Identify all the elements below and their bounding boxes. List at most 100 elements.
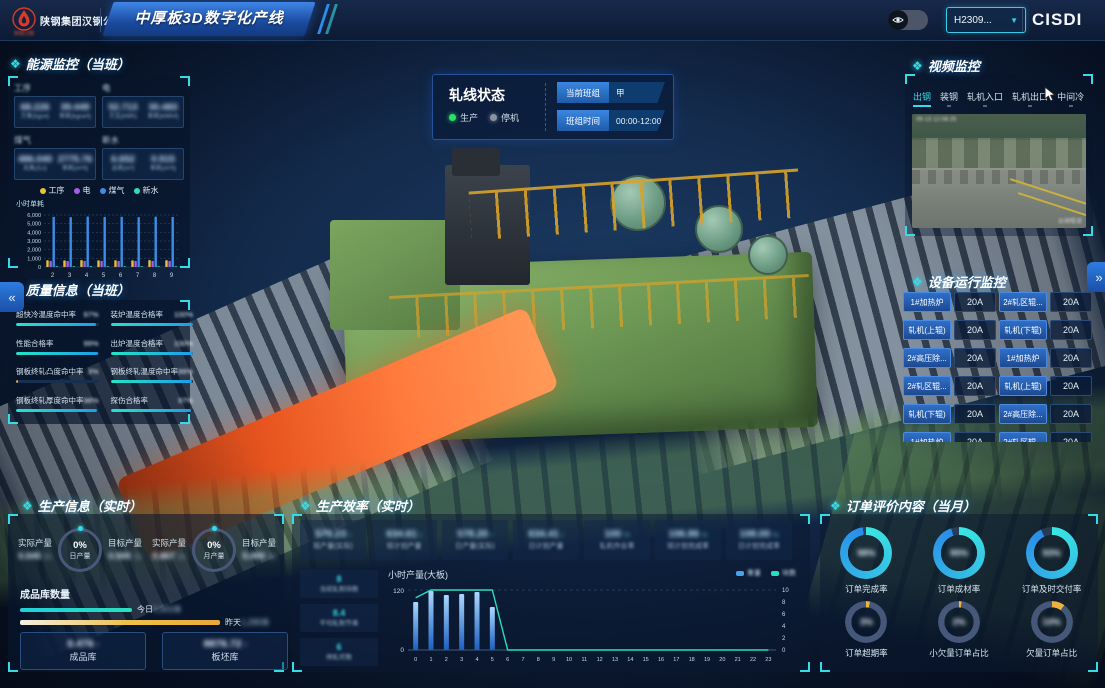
stock-bar-today-fill <box>20 608 132 612</box>
quality-item-label: 钢板终轧厚度命中率 <box>16 395 84 406</box>
order-kpi: 3% 订单超期率 <box>820 601 913 659</box>
equipment-name-button[interactable]: 2#高压除... <box>999 404 1047 424</box>
video-tabs: 出钢 装钢 轧机入口 轧机出口 中间冷 电动辊道 <box>913 90 1091 107</box>
equipment-name-button[interactable]: 1#加热炉 <box>999 348 1047 368</box>
svg-text:11: 11 <box>581 657 587 663</box>
page-title: 中厚板3D数字化产线 <box>108 2 310 36</box>
shift-ribbon: 班组时间 00:00-12:00 <box>557 110 665 131</box>
quality-item-label: 装炉温度合格率 <box>111 309 164 320</box>
legend-item: 重量 <box>736 568 761 578</box>
equipment-current-value: 20A <box>954 348 996 368</box>
equipment-name-button[interactable]: 1#加热炉 <box>903 432 951 442</box>
efficiency-side-stat: 6 待轧坯数 <box>300 638 378 666</box>
equipment-name-button[interactable]: 2#轧区辊... <box>999 292 1047 312</box>
svg-text:0: 0 <box>400 647 404 654</box>
equipment-name-button[interactable]: 轧机(上辊) <box>999 376 1047 396</box>
equipment-name-button[interactable]: 2#轧区辊... <box>999 432 1047 442</box>
equipment-current-value: 20A <box>1050 404 1092 424</box>
equipment-name-button[interactable]: 轧机(下辊) <box>903 404 951 424</box>
quality-progress-fill <box>111 352 194 355</box>
day-target-unit: 万t <box>133 554 141 561</box>
month-actual-unit: 万t <box>177 554 185 561</box>
equipment-name-button[interactable]: 2#高压除... <box>903 348 951 368</box>
efficiency-card-unit: t <box>349 532 351 539</box>
svg-text:2: 2 <box>782 636 786 642</box>
side-stat-value: 6 <box>336 642 341 654</box>
orders-panel-title: ❖ 订单评价内容（当月） <box>830 496 976 515</box>
energy-metric-value: 30.483 <box>143 103 183 113</box>
order-kpi-value: 93% <box>1026 527 1078 579</box>
energy-metric-unit: 总耗(m³) <box>103 166 143 173</box>
efficiency-side-stats: 8 当班轧制块数 8.4 平均轧制节奏 6 待轧坯数 <box>300 570 378 666</box>
equipment-name-button[interactable]: 1#加热炉 <box>903 292 951 312</box>
line-status-panel: 轧线状态 生产 停机 当前班组 甲 <box>432 74 674 140</box>
cctv-camera-label: 出钢辊道 <box>1058 216 1082 225</box>
svg-text:9: 9 <box>552 657 555 663</box>
svg-text:6: 6 <box>119 273 123 279</box>
energy-metric-value: 52.713 <box>103 103 143 113</box>
efficiency-card-label: 日产量(实际) <box>455 542 495 552</box>
legend-item: 电 <box>74 185 91 196</box>
svg-text:2: 2 <box>445 657 448 663</box>
quality-item-value: 97% <box>178 396 193 405</box>
order-kpi-ring: 2% <box>938 601 980 643</box>
quality-item-label: 钢板终轧凸度命中率 <box>16 366 84 377</box>
legend-swatch <box>771 571 779 576</box>
video-tab[interactable]: 中间冷 <box>1057 90 1084 107</box>
legend-label: 煤气 <box>109 185 125 196</box>
diamond-icon: ❖ <box>830 499 841 513</box>
energy-group-box: 68.226 万焦(kgce) 39.449 单耗(kgce/t) <box>14 96 96 128</box>
equipment-current-value: 20A <box>954 432 996 442</box>
svg-text:15: 15 <box>643 657 649 663</box>
quality-progress-fill <box>16 409 97 412</box>
order-kpi-label: 订单完成率 <box>845 583 888 595</box>
visibility-toggle[interactable] <box>888 10 928 30</box>
quality-progress-track <box>16 352 99 355</box>
video-tab[interactable]: 轧机入口 <box>967 90 1003 107</box>
energy-group-box: 52.713 万瓦(kWh) 30.483 单耗(kWh/t) <box>102 96 184 128</box>
svg-text:21: 21 <box>735 657 741 663</box>
svg-text:7: 7 <box>136 273 140 279</box>
production-panel: 实际产量 0.045 万t 0% 日产量 目标产量 0.500 万t 实际产量 … <box>8 514 284 672</box>
energy-metric: 2775.76 单耗(m³/t) <box>55 155 95 172</box>
svg-text:5,000: 5,000 <box>27 222 41 228</box>
energy-group-name: 煤气 <box>14 134 96 146</box>
order-kpi-label: 订单超期率 <box>845 647 888 659</box>
orders-panel-title-text: 订单评价内容（当月） <box>846 496 976 515</box>
svg-text:0: 0 <box>782 648 786 654</box>
day-actual-unit: 万t <box>43 554 51 561</box>
legend-item: 块数 <box>771 568 796 578</box>
cctv-roller-row <box>912 170 1086 184</box>
slab-store-unit: t <box>244 642 246 649</box>
quality-progress-track <box>111 409 194 412</box>
equipment-name-button[interactable]: 2#轧区辊... <box>903 376 951 396</box>
legend-item: 工序 <box>40 185 65 196</box>
quality-item: 性能合格率 99% <box>16 338 99 358</box>
line-select-dropdown[interactable]: H2309... ▼ <box>946 7 1026 33</box>
energy-metric-unit: 单耗(m³/t) <box>143 166 183 173</box>
quality-item-label: 性能合格率 <box>16 338 54 349</box>
video-tab[interactable]: 出钢 <box>913 90 931 107</box>
quality-panel-title: ❖ 质量信息（当班） <box>10 280 130 299</box>
quality-progress-track <box>111 380 194 383</box>
energy-metric: 30.483 单耗(kWh/t) <box>143 103 183 120</box>
video-panel-title-text: 视频监控 <box>928 56 980 75</box>
energy-metric-unit: 万焦(kgce) <box>15 114 55 121</box>
cctv-feed[interactable]: 09-13 12:08:25 出钢辊道 <box>912 114 1086 228</box>
equipment-grid: 1#加热炉 20A 2#轧区辊... 20A 轧机(上辊) 20A 轧机(下辊)… <box>903 292 1101 442</box>
video-tab[interactable]: 轧机出口 <box>1012 90 1048 107</box>
page-title-banner: 中厚板3D数字化产线 <box>102 2 315 36</box>
video-tab[interactable]: 装钢 <box>940 90 958 107</box>
equipment-name-button[interactable]: 轧机(上辊) <box>903 320 951 340</box>
quality-item: 钢板终轧凸度命中率 3% <box>16 366 99 386</box>
month-target-value: 5.000 <box>242 551 265 561</box>
panel-collapse-handle-left[interactable]: « <box>0 282 24 312</box>
month-actual-value: 0.867 <box>152 551 175 561</box>
finished-store-value: 0.476 <box>67 638 93 650</box>
svg-text:5: 5 <box>102 273 106 279</box>
panel-collapse-handle-right[interactable]: » <box>1087 262 1105 292</box>
efficiency-card-unit: t <box>491 532 493 539</box>
equipment-name-button[interactable]: 轧机(下辊) <box>999 320 1047 340</box>
svg-text:10: 10 <box>566 657 572 663</box>
order-kpi-ring: 95% <box>933 527 985 579</box>
